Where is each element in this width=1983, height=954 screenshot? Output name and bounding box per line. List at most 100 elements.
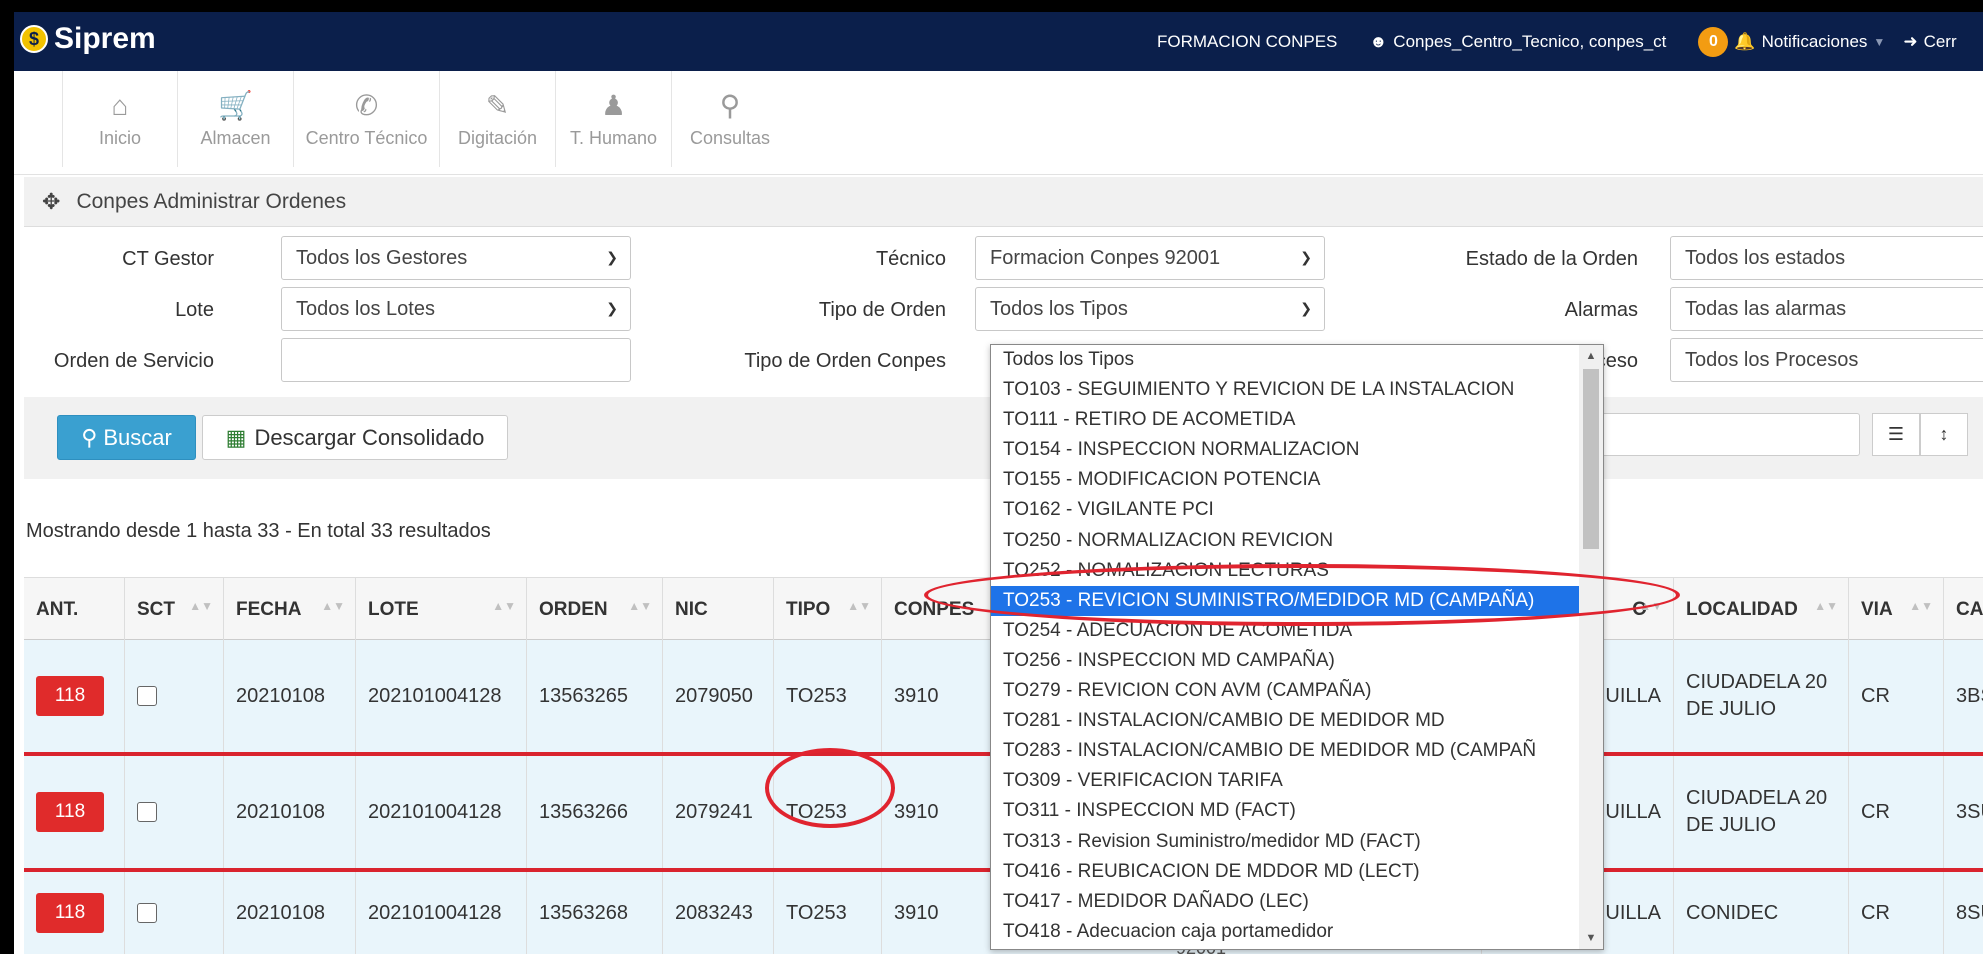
estado-orden-value: Todos los estados	[1685, 247, 1846, 269]
nav-item-label: Centro Técnico	[305, 128, 428, 148]
buscar-label: Buscar	[103, 424, 172, 450]
dropdown-option[interactable]: TO155 - MODIFICACION POTENCIA	[991, 465, 1579, 495]
dropdown-option[interactable]: TO162 - VIGILANTE PCI	[991, 495, 1579, 525]
dropdown-option[interactable]: TO252 - NOMALIZACION LECTURAS	[991, 556, 1579, 586]
notifications-menu[interactable]: 0 🔔 Notificaciones ▼	[1698, 26, 1885, 57]
buscar-button[interactable]: ⚲ Buscar	[57, 415, 196, 460]
section-header: ✥ Conpes Administrar Ordenes	[24, 177, 1983, 227]
nav-item-t-humano[interactable]: ♟ T. Humano	[556, 71, 672, 167]
dropdown-option[interactable]: TO256 - INSPECCION MD CAMPAÑA)	[991, 646, 1579, 676]
column-label: SCT	[137, 598, 175, 620]
column-label: TIPO	[786, 598, 831, 620]
cell-nic: 2079050	[663, 640, 774, 752]
dropdown-option[interactable]: TO416 - REUBICACION DE MDDOR MD (LECT)	[991, 857, 1579, 887]
dropdown-options: Todos los Tipos TO103 - SEGUIMIENTO Y REV…	[991, 345, 1579, 949]
dropdown-option[interactable]: TO418 - Adecuacion caja portamedidor	[991, 917, 1579, 947]
ant-badge[interactable]: 118	[36, 676, 104, 716]
dropdown-scrollbar[interactable]: ▲ ▼	[1579, 345, 1603, 949]
column-label: NIC	[675, 598, 708, 620]
cell-fecha: 20210108	[224, 756, 356, 868]
sort-icon: ▲▼	[847, 599, 871, 613]
scroll-up-icon[interactable]: ▲	[1579, 345, 1603, 367]
ct-gestor-value: Todos los Gestores	[296, 247, 468, 269]
dropdown-option[interactable]: TO154 - INSPECCION NORMALIZACION	[991, 435, 1579, 465]
dropdown-option[interactable]: TO103 - SEGUIMIENTO Y REVICION DE LA INS…	[991, 375, 1579, 405]
column-header-cal[interactable]: CAL	[1944, 578, 1983, 641]
column-header-orden[interactable]: ORDEN ▲▼	[527, 578, 663, 641]
descargar-consolidado-button[interactable]: ▦ Descargar Consolidado	[202, 415, 508, 460]
cell-orden: 13563268	[527, 872, 663, 954]
home-icon: ⌂	[111, 89, 129, 121]
dropdown-option[interactable]: TO309 - VERIFICACION TARIFA	[991, 766, 1579, 796]
dropdown-option[interactable]: TO250 - NORMALIZACION REVICION	[991, 526, 1579, 556]
column-header-lote[interactable]: LOTE ▲▼	[356, 578, 527, 641]
sort-toggle-button[interactable]: ↕	[1920, 413, 1968, 456]
tecnico-select[interactable]: Formacion Conpes 92001 ❯	[975, 236, 1325, 280]
cell-fecha: 20210108	[224, 640, 356, 752]
nav-item-label: Inicio	[98, 127, 142, 148]
dropdown-option[interactable]: Todos los Tipos	[991, 345, 1579, 375]
dropdown-option-selected[interactable]: TO253 - REVICION SUMINISTRO/MEDIDOR MD (…	[991, 585, 1579, 616]
nav-item-consultas[interactable]: ⚲ Consultas	[672, 71, 788, 167]
sort-icon: ▲▼	[628, 599, 652, 613]
dropdown-option[interactable]: TO254 - ADECUACION DE ACOMETIDA	[991, 616, 1579, 646]
row-checkbox[interactable]	[137, 903, 157, 923]
logout-link[interactable]: ➜ Cerr	[1903, 32, 1956, 52]
ant-badge[interactable]: 118	[36, 792, 104, 832]
estado-orden-select[interactable]: Todos los estados	[1670, 236, 1983, 280]
tipo-orden-select[interactable]: Todos los Tipos ❯	[975, 287, 1325, 331]
row-checkbox[interactable]	[137, 686, 157, 706]
chevron-down-icon: ❯	[606, 300, 618, 316]
proceso-select[interactable]: Todos los Procesos	[1670, 338, 1983, 382]
ant-badge[interactable]: 118	[36, 893, 104, 933]
pencil-icon: ✎	[485, 90, 510, 121]
cell-localidad: CIUDADELA 20 DE JULIO	[1674, 640, 1849, 752]
column-header-tipo[interactable]: TIPO ▲▼	[774, 578, 882, 641]
top-right-menu: FORMACION CONPES ☻ Conpes_Centro_Tecnico…	[1157, 12, 1957, 71]
nav-item-centro-tecnico[interactable]: ✆ Centro Técnico	[294, 71, 440, 167]
column-header-nic[interactable]: NIC	[663, 578, 774, 641]
descargar-label: Descargar Consolidado	[254, 424, 485, 450]
column-header-ant[interactable]: ANT.	[24, 578, 125, 641]
column-header-fecha[interactable]: FECHA ▲▼	[224, 578, 356, 641]
cell-ant: 118	[24, 640, 125, 752]
user-icon: ☻	[1369, 31, 1388, 51]
orden-servicio-input[interactable]	[281, 338, 631, 382]
siprem-logo-icon: $	[20, 25, 48, 53]
dropdown-option[interactable]: TO283 - INSTALACION/CAMBIO DE MEDIDOR MD…	[991, 736, 1579, 766]
sort-icon: ▲▼	[1639, 599, 1663, 613]
dropdown-option[interactable]: TO313 - Revision Suministro/medidor MD (…	[991, 827, 1579, 857]
scrollbar-thumb[interactable]	[1583, 369, 1599, 549]
formacion-link[interactable]: FORMACION CONPES	[1157, 32, 1337, 52]
alarmas-select[interactable]: Todas las alarmas	[1670, 287, 1983, 331]
notifications-label: Notificaciones	[1761, 31, 1868, 51]
user-menu[interactable]: ☻ Conpes_Centro_Tecnico, conpes_ct	[1369, 32, 1666, 52]
ct-gestor-select[interactable]: Todos los Gestores ❯	[281, 236, 631, 280]
nav-item-almacen[interactable]: 🛒 Almacen	[178, 71, 294, 167]
column-header-sct[interactable]: SCT ▲▼	[125, 578, 224, 641]
brand[interactable]: $ Siprem	[20, 22, 156, 56]
scroll-down-icon[interactable]: ▼	[1579, 927, 1603, 949]
nav-item-digitacion[interactable]: ✎ Digitación	[440, 71, 556, 167]
table-search-input[interactable]	[1580, 413, 1860, 456]
column-label: FECHA	[236, 598, 302, 620]
chevron-down-icon: ❯	[1300, 300, 1312, 316]
row-checkbox[interactable]	[137, 802, 157, 822]
cell-via: CR	[1849, 756, 1944, 868]
dropdown-option[interactable]: TO417 - MEDIDOR DAÑADO (LEC)	[991, 887, 1579, 917]
nav-item-inicio[interactable]: ⌂ Inicio	[62, 71, 178, 167]
lote-select[interactable]: Todos los Lotes ❯	[281, 287, 631, 331]
list-view-button[interactable]: ☰	[1872, 413, 1920, 456]
cell-orden: 13563266	[527, 756, 663, 868]
column-label: CAL	[1956, 598, 1983, 620]
dropdown-option[interactable]: TO279 - REVICION CON AVM (CAMPAÑA)	[991, 676, 1579, 706]
dropdown-option[interactable]: TO111 - RETIRO DE ACOMETIDA	[991, 405, 1579, 435]
column-header-via[interactable]: VIA ▲▼	[1849, 578, 1944, 641]
sort-icon: ▲▼	[189, 599, 213, 613]
dropdown-option[interactable]: TO281 - INSTALACION/CAMBIO DE MEDIDOR MD	[991, 706, 1579, 736]
column-label: LOCALIDAD	[1686, 598, 1798, 620]
tipo-orden-dropdown-list[interactable]: Todos los Tipos TO103 - SEGUIMIENTO Y REV…	[990, 344, 1604, 950]
nav-item-label: Almacen	[200, 128, 271, 148]
column-header-localidad[interactable]: LOCALIDAD ▲▼	[1674, 578, 1849, 641]
dropdown-option[interactable]: TO311 - INSPECCION MD (FACT)	[991, 796, 1579, 826]
